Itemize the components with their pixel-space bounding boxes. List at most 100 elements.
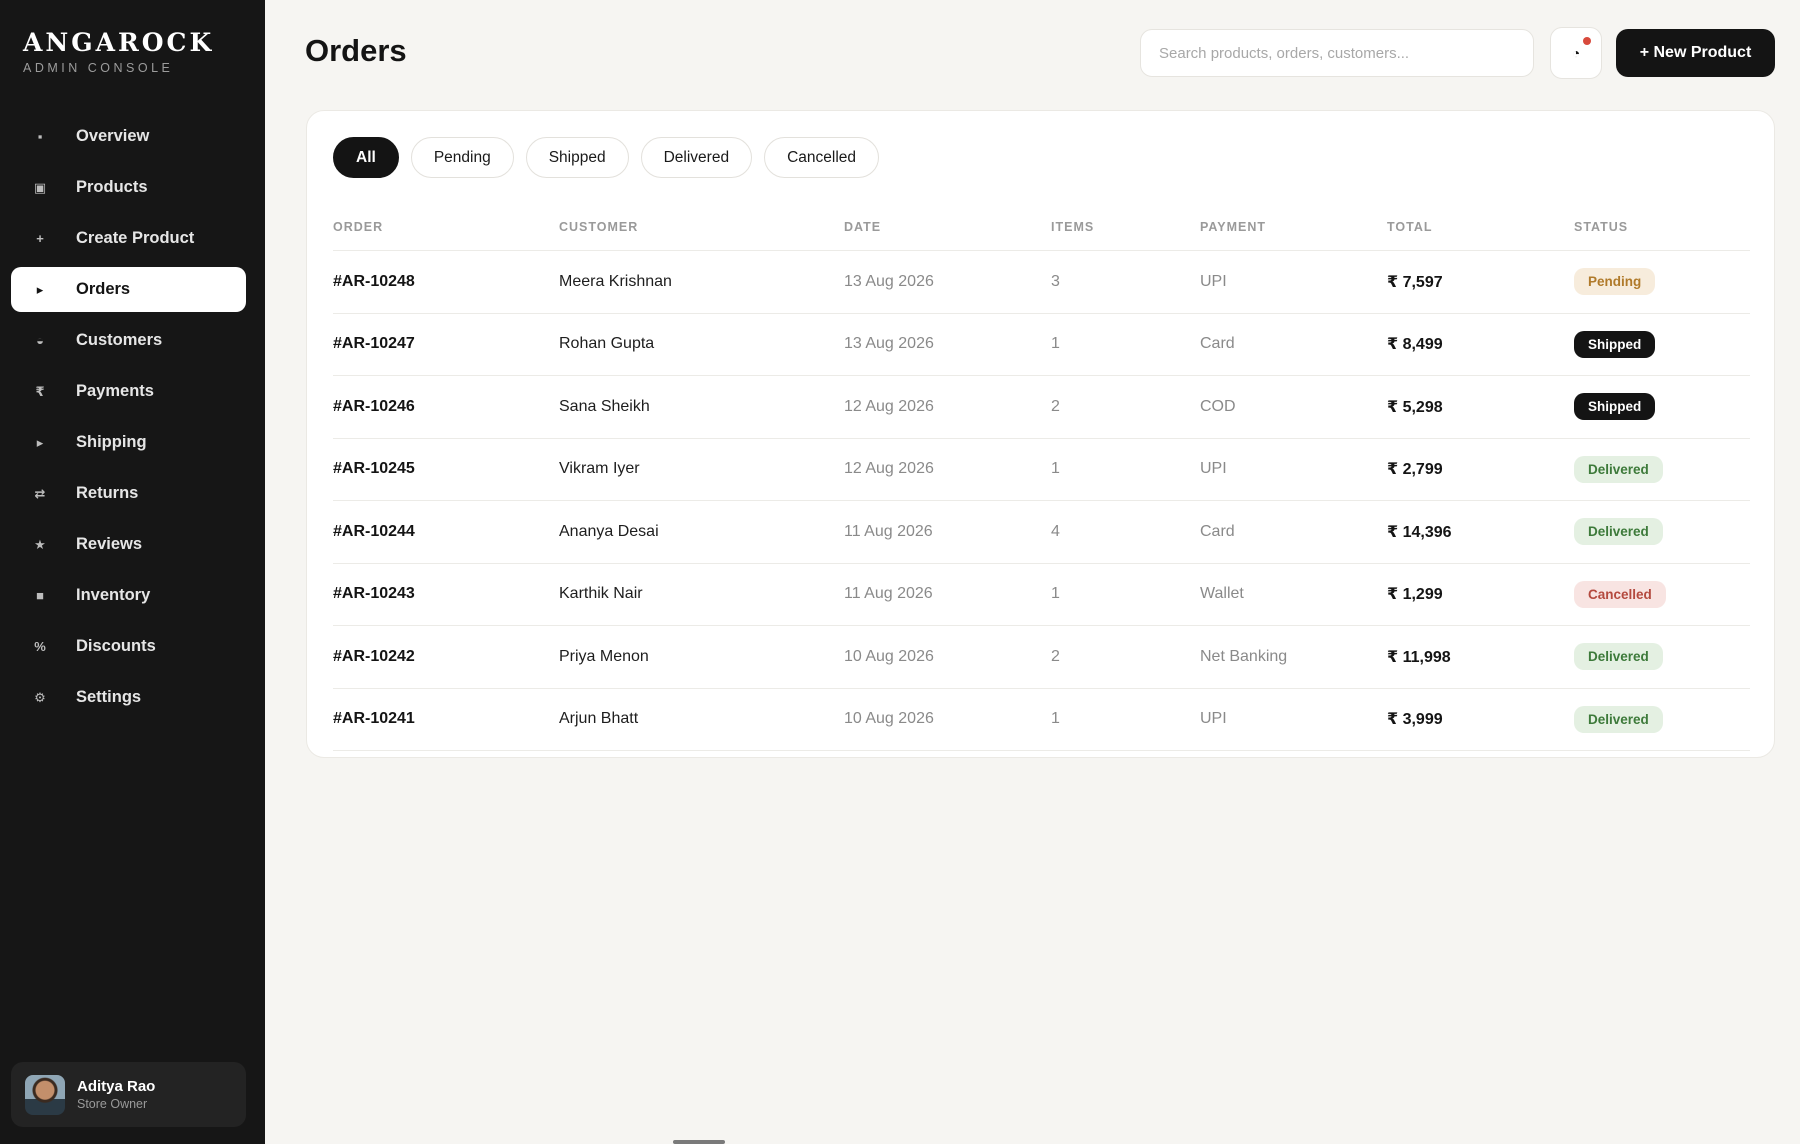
customer-name: Priya Menon	[559, 647, 649, 665]
table-row[interactable]: #AR-10245 Vikram Iyer 12 Aug 2026 1 UPI ₹ 2,7…	[333, 439, 1750, 501]
user-card[interactable]: Aditya Rao Store Owner	[11, 1062, 246, 1127]
order-date: 12 Aug 2026	[844, 460, 934, 478]
notification-dot	[1583, 37, 1591, 45]
products-icon: ▣	[33, 179, 47, 195]
new-product-button[interactable]: + New Product	[1616, 29, 1775, 77]
tab-delivered[interactable]: Delivered	[640, 137, 753, 178]
sidebar-item-create-product[interactable]: + Create Product	[11, 216, 246, 261]
status-badge: Shipped	[1574, 330, 1656, 358]
avatar	[25, 1074, 65, 1115]
sidebar-item-label: Payments	[76, 382, 154, 400]
column-header-order[interactable]: ORDER	[333, 220, 559, 234]
customer-name: Sana Sheikh	[559, 397, 650, 415]
sidebar-item-reviews[interactable]: ★ Reviews	[11, 522, 246, 567]
sidebar-item-settings[interactable]: ⚙ Settings	[11, 675, 246, 720]
order-total: ₹ 7,597	[1387, 273, 1443, 291]
customer-name: Karthik Nair	[559, 585, 643, 603]
sidebar-item-label: Inventory	[76, 586, 151, 604]
item-count: 1	[1051, 460, 1060, 478]
order-id[interactable]: #AR-10243	[333, 585, 559, 603]
order-id[interactable]: #AR-10244	[333, 523, 559, 541]
status-cell: Delivered	[1574, 705, 1750, 733]
column-header-status[interactable]: STATUS	[1574, 220, 1750, 234]
tab-pending[interactable]: Pending	[410, 137, 514, 178]
item-count: 2	[1051, 397, 1060, 415]
table-row[interactable]: #AR-10243 Karthik Nair 11 Aug 2026 1 Wallet ₹…	[333, 564, 1750, 626]
status-badge: Delivered	[1574, 705, 1663, 733]
item-count: 2	[1051, 647, 1060, 665]
order-date: 10 Aug 2026	[844, 647, 934, 665]
table-row[interactable]: #AR-10242 Priya Menon 10 Aug 2026 2 Net Bank…	[333, 626, 1750, 689]
column-header-customer[interactable]: CUSTOMER	[559, 220, 844, 234]
order-date: 10 Aug 2026	[844, 710, 934, 728]
status-filter-tabs: All Pending Shipped Delivered Cancelled	[333, 137, 891, 178]
sidebar-item-shipping[interactable]: ▸ Shipping	[11, 420, 246, 465]
orders-table: ORDER CUSTOMER DATE ITEMS PAYMENT TOTAL STATUS…	[333, 203, 1750, 751]
order-date: 11 Aug 2026	[844, 585, 933, 603]
sidebar-item-discounts[interactable]: % Discounts	[11, 624, 246, 669]
column-header-total[interactable]: TOTAL	[1387, 220, 1574, 234]
column-header-items[interactable]: ITEMS	[1051, 220, 1200, 234]
order-total: ₹ 2,799	[1387, 461, 1443, 479]
order-id[interactable]: #AR-10245	[333, 460, 559, 478]
order-date: 12 Aug 2026	[844, 397, 934, 415]
notification-icon: ◔	[1571, 45, 1581, 61]
status-badge: Pending	[1574, 268, 1656, 296]
sidebar-item-orders[interactable]: ▸ Orders	[11, 267, 246, 312]
orders-icon: ▸	[36, 281, 44, 297]
order-id[interactable]: #AR-10242	[333, 648, 559, 666]
order-id[interactable]: #AR-10241	[333, 710, 559, 728]
order-id[interactable]: #AR-10246	[333, 398, 559, 416]
tab-cancelled[interactable]: Cancelled	[764, 137, 880, 178]
sidebar-item-label: Customers	[76, 331, 163, 349]
sidebar-item-payments[interactable]: ₹ Payments	[11, 369, 246, 414]
sidebar-item-label: Create Product	[76, 229, 195, 247]
table-header: ORDER CUSTOMER DATE ITEMS PAYMENT TOTAL STATUS	[333, 203, 1750, 251]
table-row[interactable]: #AR-10244 Ananya Desai 11 Aug 2026 4 Card ₹ 1…	[333, 501, 1750, 564]
status-badge: Delivered	[1574, 455, 1663, 483]
table-row[interactable]: #AR-10246 Sana Sheikh 12 Aug 2026 2 COD ₹ 5,2…	[333, 376, 1750, 439]
tab-all[interactable]: All	[333, 137, 399, 178]
customer-name: Ananya Desai	[559, 522, 659, 540]
customer-name: Vikram Iyer	[559, 460, 640, 478]
star-icon: ★	[34, 536, 46, 552]
search-input[interactable]	[1140, 29, 1534, 77]
sidebar-item-returns[interactable]: ⇄ Returns	[11, 471, 246, 516]
status-cell: Pending	[1574, 268, 1750, 296]
table-row[interactable]: #AR-10247 Rohan Gupta 13 Aug 2026 1 Card ₹ 8,…	[333, 314, 1750, 376]
item-count: 1	[1051, 585, 1060, 603]
scroll-handle[interactable]	[673, 1140, 725, 1144]
order-id[interactable]: #AR-10247	[333, 335, 559, 353]
sidebar: ANGAROCK ADMIN CONSOLE ▪ Overview ▣ Product…	[0, 0, 265, 1144]
percent-icon: %	[34, 639, 46, 654]
status-badge: Cancelled	[1574, 580, 1666, 608]
sidebar-item-overview[interactable]: ▪ Overview	[11, 114, 246, 159]
notifications-button[interactable]: ◔	[1550, 27, 1602, 79]
page-title: Orders	[305, 33, 407, 68]
sidebar-item-label: Reviews	[76, 535, 143, 553]
orders-card: All Pending Shipped Delivered Cancelled ORDE…	[306, 110, 1775, 758]
status-badge: Delivered	[1574, 518, 1663, 546]
sidebar-item-customers[interactable]: ◒ Customers	[11, 318, 246, 363]
sidebar-item-label: Shipping	[76, 433, 147, 451]
column-header-date[interactable]: DATE	[844, 220, 1051, 234]
column-header-payment[interactable]: PAYMENT	[1200, 220, 1387, 234]
tab-shipped[interactable]: Shipped	[525, 137, 629, 178]
sidebar-item-products[interactable]: ▣ Products	[11, 165, 246, 210]
order-id[interactable]: #AR-10248	[333, 273, 559, 291]
sidebar-item-inventory[interactable]: ■ Inventory	[11, 573, 246, 618]
table-row[interactable]: #AR-10241 Arjun Bhatt 10 Aug 2026 1 UPI ₹ 3,9…	[333, 689, 1750, 751]
gear-icon: ⚙	[34, 689, 46, 705]
table-row[interactable]: #AR-10248 Meera Krishnan 13 Aug 2026 3 UPI ₹ …	[333, 251, 1750, 314]
payment-method: Wallet	[1200, 585, 1244, 603]
status-cell: Delivered	[1574, 455, 1750, 483]
brand-logo[interactable]: ANGAROCK	[23, 28, 214, 57]
customer-name: Arjun Bhatt	[559, 710, 639, 728]
brand-subtitle: ADMIN CONSOLE	[23, 61, 174, 75]
sidebar-item-label: Orders	[76, 280, 131, 298]
payment-method: COD	[1200, 397, 1236, 415]
user-name: Aditya Rao	[77, 1078, 156, 1095]
sidebar-item-label: Returns	[76, 484, 139, 502]
status-badge: Shipped	[1574, 393, 1656, 421]
item-count: 1	[1051, 710, 1060, 728]
